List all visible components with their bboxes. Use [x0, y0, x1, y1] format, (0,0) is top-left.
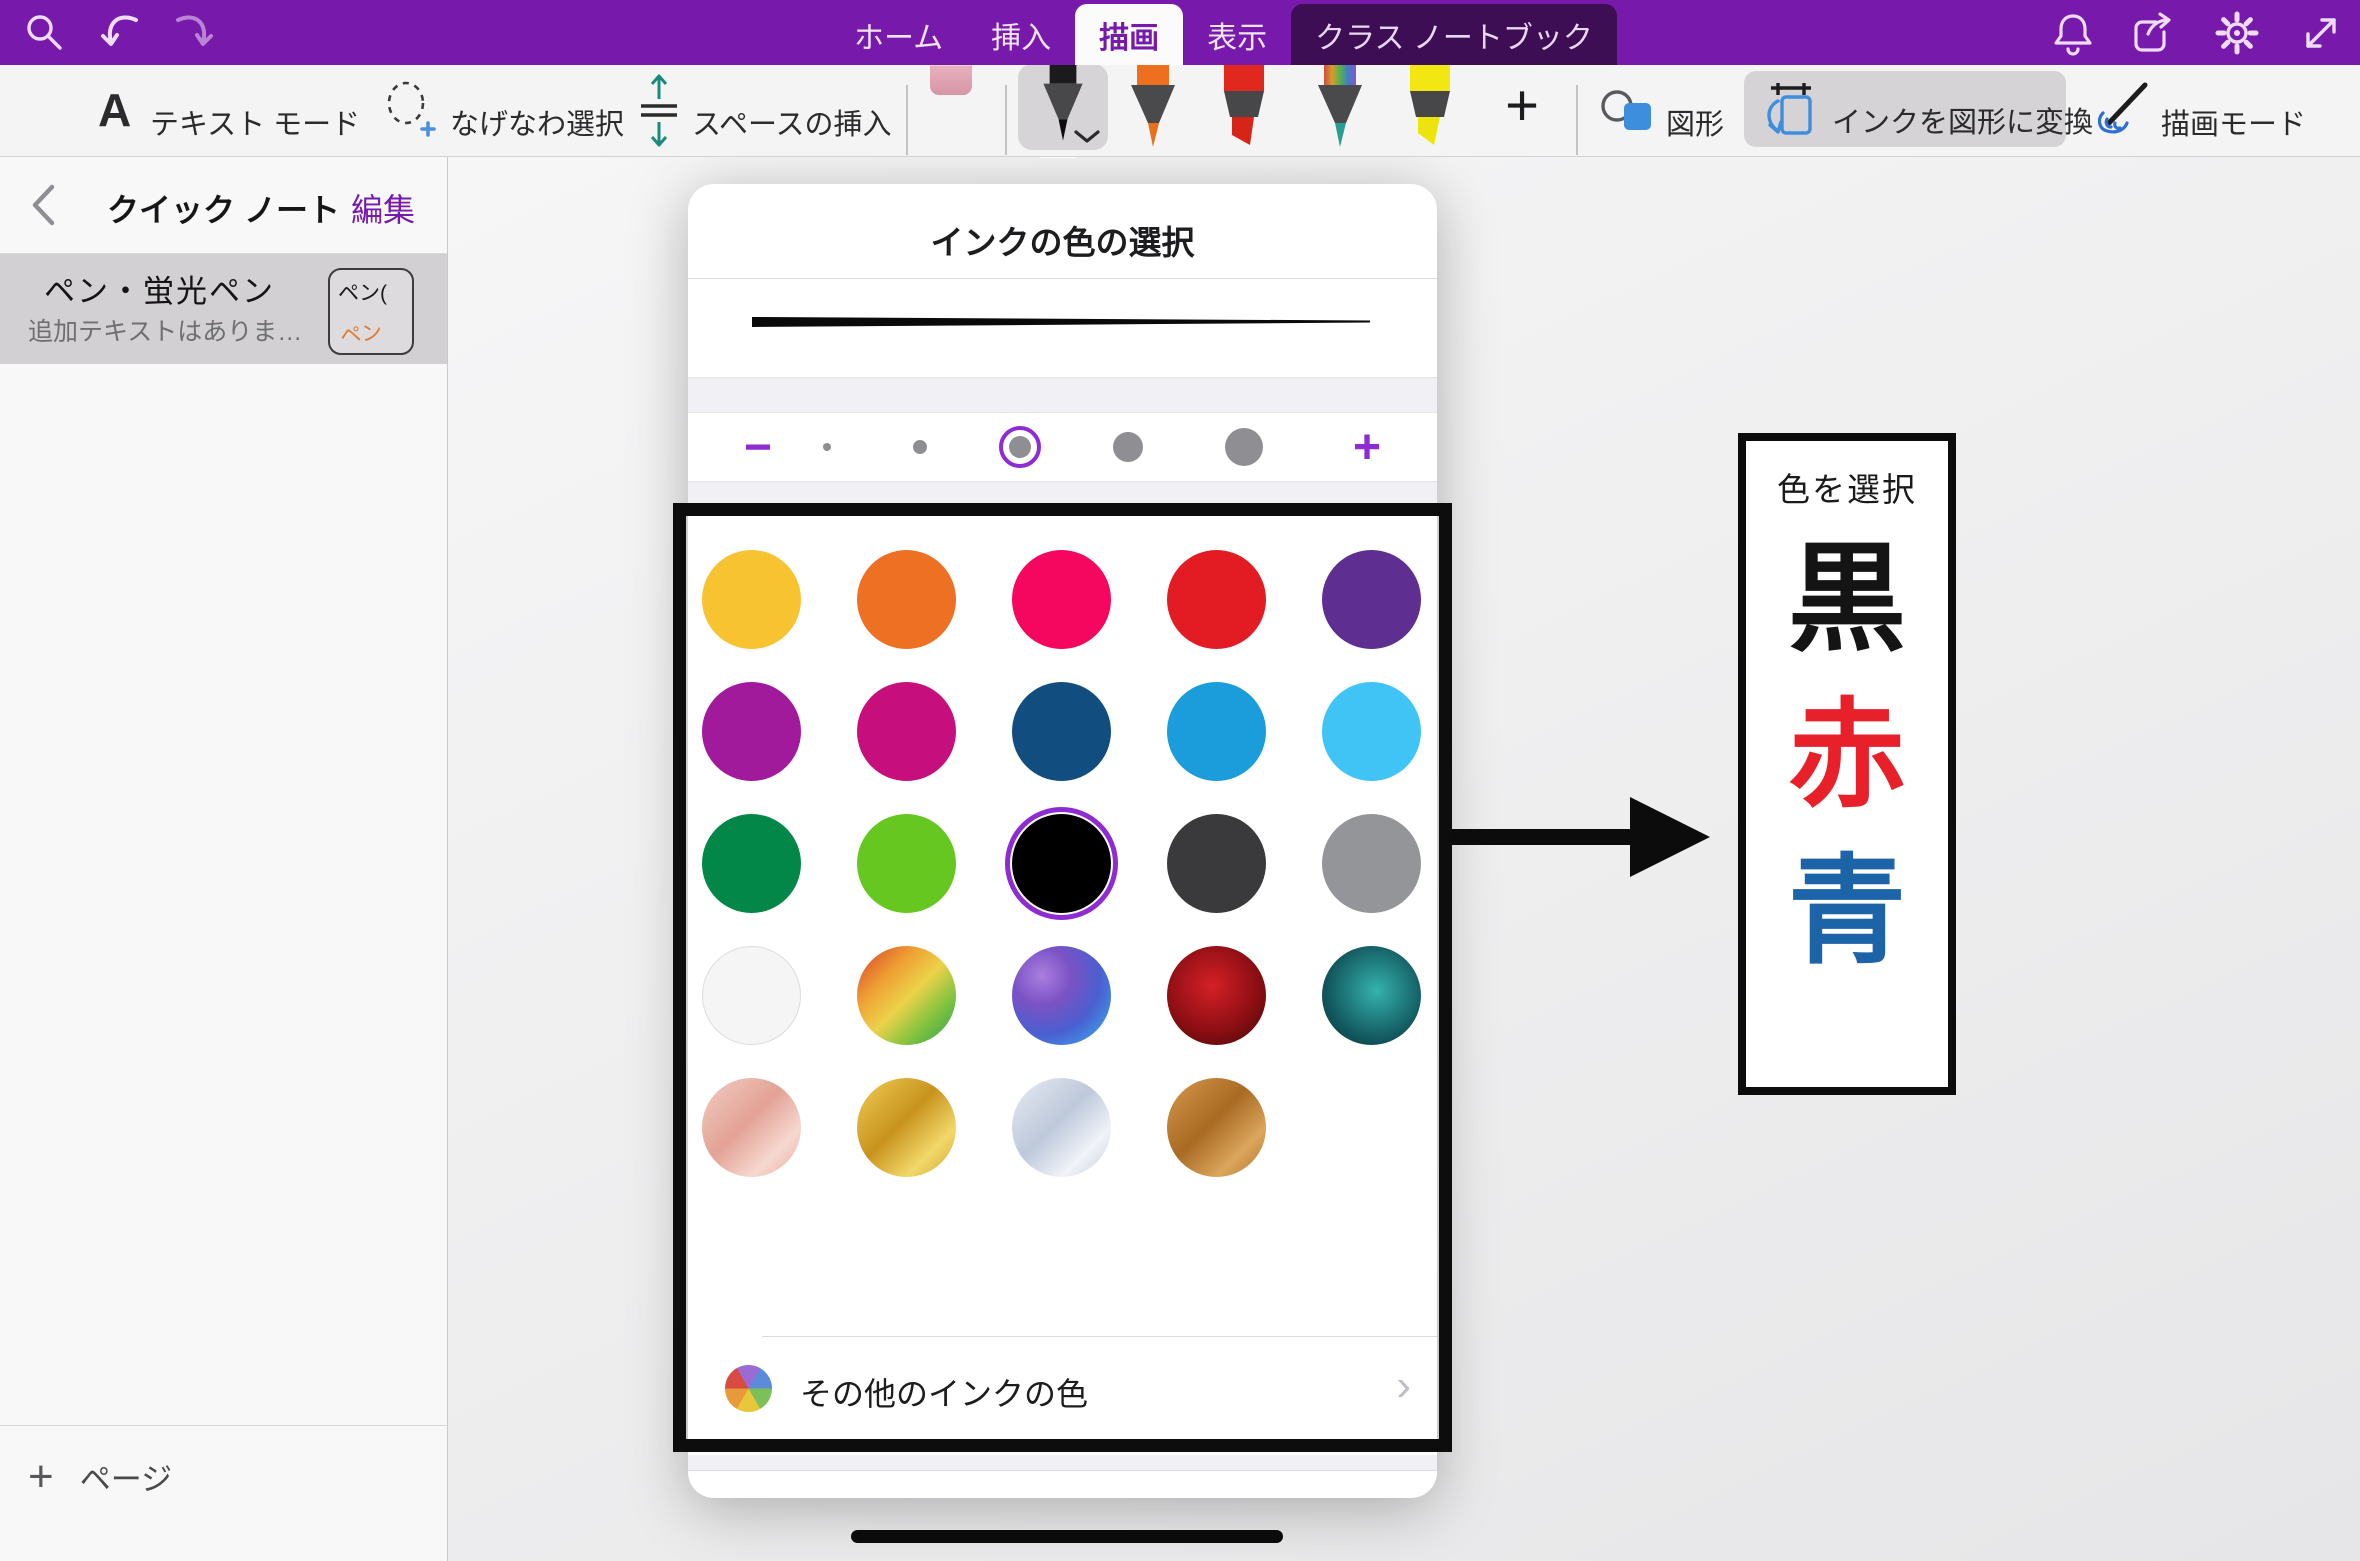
section-band	[688, 1455, 1437, 1471]
shapes-icon[interactable]	[1600, 87, 1656, 140]
pen-galaxy[interactable]	[1314, 65, 1366, 151]
selected-pen-black[interactable]	[1018, 64, 1108, 150]
size-dots	[823, 413, 1263, 481]
size-decrease-button[interactable]: −	[744, 413, 772, 481]
add-pen-button[interactable]: +	[1496, 73, 1548, 137]
page-list-sidebar: クイック ノート 編集 ペン・蛍光ペン 追加テキストはありま… ペン( ペン +…	[0, 157, 448, 1561]
draw-mode-label[interactable]: 描画モード	[2161, 101, 2306, 143]
add-page-button[interactable]: + ページ	[28, 1454, 172, 1499]
redo-icon[interactable]	[170, 10, 216, 56]
page-item-title: ペン・蛍光ペン	[44, 266, 275, 311]
onenote-app: ホーム 挿入 描画 表示 クラス ノートブック A テキスト モード なげなわ選…	[0, 0, 2360, 1561]
ink-words: 黒 赤 青	[1746, 539, 1948, 975]
tab-home[interactable]: ホーム	[830, 4, 967, 65]
ribbon-tabs: ホーム 挿入 描画 表示 クラス ノートブック	[830, 0, 1617, 65]
popup-title: インクの色の選択	[688, 216, 1437, 264]
app-bar: ホーム 挿入 描画 表示 クラス ノートブック	[0, 0, 2360, 65]
settings-gear-icon[interactable]	[2214, 10, 2260, 56]
size-dot[interactable]	[823, 443, 831, 451]
size-dot[interactable]	[913, 440, 927, 454]
sidebar-header: クイック ノート 編集	[0, 157, 447, 254]
ink-word-red: 赤	[1788, 695, 1906, 819]
chevron-down-icon	[1074, 130, 1100, 144]
ribbon-divider	[1576, 85, 1578, 155]
ribbon-divider	[906, 85, 908, 155]
tab-insert[interactable]: 挿入	[967, 4, 1075, 65]
thumbnail-ink-line1: ペン(	[338, 277, 387, 307]
ink-annotation-box: 色を選択 黒 赤 青	[1738, 433, 1956, 1095]
thumbnail-ink-line2: ペン	[339, 316, 384, 350]
shapes-label[interactable]: 図形	[1666, 101, 1724, 143]
undo-icon[interactable]	[98, 10, 144, 56]
ink-annotation-arrow	[1450, 790, 1712, 882]
text-mode-icon[interactable]: A	[98, 83, 131, 137]
size-dot[interactable]	[1009, 436, 1031, 458]
pen-orange[interactable]	[1127, 65, 1179, 151]
ribbon-divider	[1005, 85, 1007, 155]
page-item-subtitle: 追加テキストはありま…	[28, 312, 302, 348]
highlighter-red[interactable]	[1218, 65, 1270, 151]
draw-ribbon: A テキスト モード なげなわ選択 スペースの挿入	[0, 65, 2360, 157]
page-list-item-selected[interactable]: ペン・蛍光ペン 追加テキストはありま… ペン( ペン	[0, 254, 447, 364]
annotation-box-title: 色を選択	[1746, 463, 1948, 511]
insert-space-icon[interactable]	[636, 73, 682, 152]
page-thumbnail: ペン( ペン	[328, 268, 414, 355]
ink-annotation-rectangle	[673, 503, 1452, 1452]
size-increase-button[interactable]: +	[1353, 413, 1381, 481]
insert-space-label[interactable]: スペースの挿入	[692, 101, 892, 143]
edit-button[interactable]: 編集	[351, 185, 415, 231]
pen-size-row: − +	[688, 413, 1437, 481]
tab-draw[interactable]: 描画	[1075, 4, 1183, 65]
lasso-select-label[interactable]: なげなわ選択	[450, 101, 624, 143]
stroke-preview	[752, 314, 1370, 330]
plus-icon: +	[28, 1455, 54, 1499]
size-dot[interactable]	[1225, 428, 1263, 466]
ink-word-black: 黒	[1788, 539, 1906, 663]
fullscreen-expand-icon[interactable]	[2298, 10, 2344, 56]
ink-word-blue: 青	[1788, 851, 1906, 975]
eraser-tool[interactable]	[930, 63, 972, 125]
ink-stroke-line	[851, 1530, 1283, 1543]
tab-view[interactable]: 表示	[1183, 4, 1291, 65]
sidebar-footer: + ページ	[0, 1425, 447, 1561]
divider	[688, 278, 1437, 279]
convert-ink-icon	[1758, 79, 1820, 144]
highlighter-yellow[interactable]	[1404, 65, 1456, 151]
convert-ink-label: インクを図形に変換	[1832, 99, 2093, 141]
notifications-bell-icon[interactable]	[2050, 10, 2096, 56]
tab-class-notebook[interactable]: クラス ノートブック	[1291, 4, 1617, 65]
section-band	[688, 377, 1437, 413]
convert-ink-to-shape-button[interactable]: インクを図形に変換	[1744, 71, 2066, 147]
share-icon[interactable]	[2130, 10, 2176, 56]
add-page-label: ページ	[80, 1454, 172, 1499]
draw-mode-icon[interactable]	[2095, 79, 2151, 144]
lasso-select-icon[interactable]	[384, 79, 436, 146]
size-dot[interactable]	[1113, 432, 1143, 462]
text-mode-label[interactable]: テキスト モード	[150, 101, 360, 143]
search-icon[interactable]	[22, 10, 68, 56]
